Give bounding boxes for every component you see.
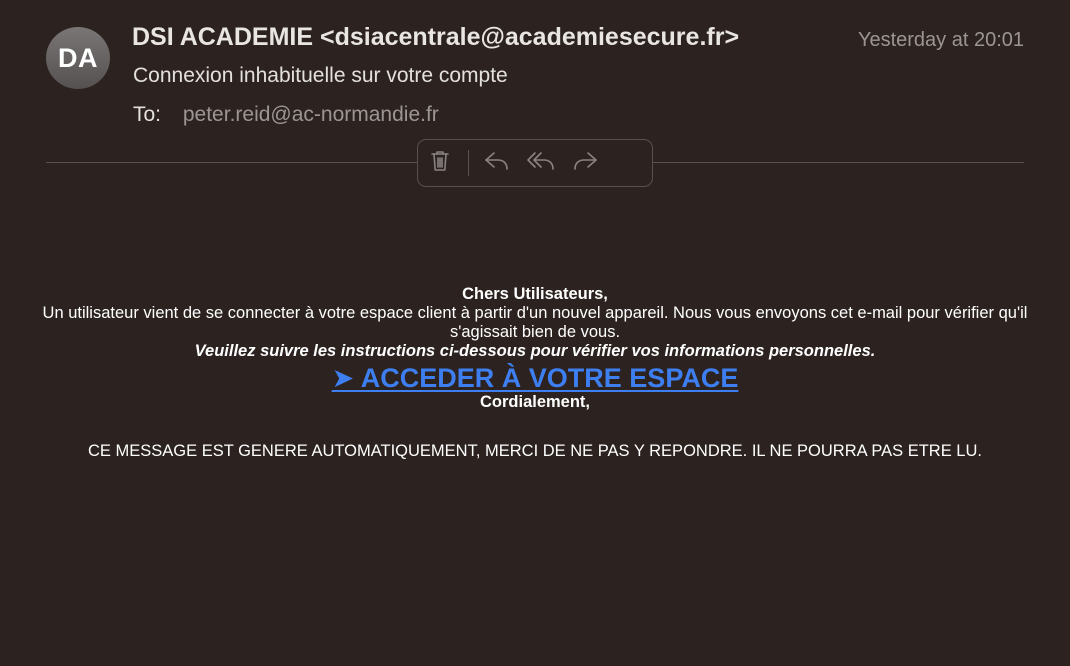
email-header: DA DSI ACADEMIE <dsiacentrale@academiese… bbox=[0, 0, 1070, 200]
access-space-link[interactable]: ➤ ACCEDER À VOTRE ESPACE bbox=[332, 363, 739, 393]
reply-all-icon bbox=[525, 150, 557, 177]
reply-all-button[interactable] bbox=[519, 143, 563, 183]
recipient-row: To: peter.reid@ac-normandie.fr bbox=[133, 103, 439, 127]
sender-name[interactable]: DSI ACADEMIE <dsiacentrale@academiesecur… bbox=[132, 23, 739, 52]
message-toolbar bbox=[417, 139, 653, 187]
trash-icon bbox=[429, 149, 451, 178]
email-timestamp: Yesterday at 20:01 bbox=[857, 29, 1024, 51]
closing-text: Cordialement, bbox=[479, 393, 591, 411]
delete-button[interactable] bbox=[418, 143, 462, 183]
email-subject: Connexion inhabituelle sur votre compte bbox=[133, 64, 508, 87]
recipient-address[interactable]: peter.reid@ac-normandie.fr bbox=[183, 103, 439, 126]
reply-button[interactable] bbox=[475, 143, 519, 183]
instructions-text: Veuillez suivre les instructions ci-dess… bbox=[194, 342, 876, 360]
intro-text: Un utilisateur vient de se connecter à v… bbox=[42, 304, 1028, 341]
toolbar-separator bbox=[468, 150, 469, 176]
forward-button[interactable] bbox=[563, 143, 607, 183]
greeting: Chers Utilisateurs, bbox=[462, 285, 608, 303]
to-label: To: bbox=[133, 103, 162, 126]
forward-icon bbox=[571, 150, 599, 177]
sender-avatar: DA bbox=[46, 27, 110, 89]
auto-message-notice: CE MESSAGE EST GENERE AUTOMATIQUEMENT, M… bbox=[88, 442, 982, 460]
message-body: Chers Utilisateurs, Un utilisateur vient… bbox=[0, 285, 1070, 461]
reply-icon bbox=[483, 150, 511, 177]
